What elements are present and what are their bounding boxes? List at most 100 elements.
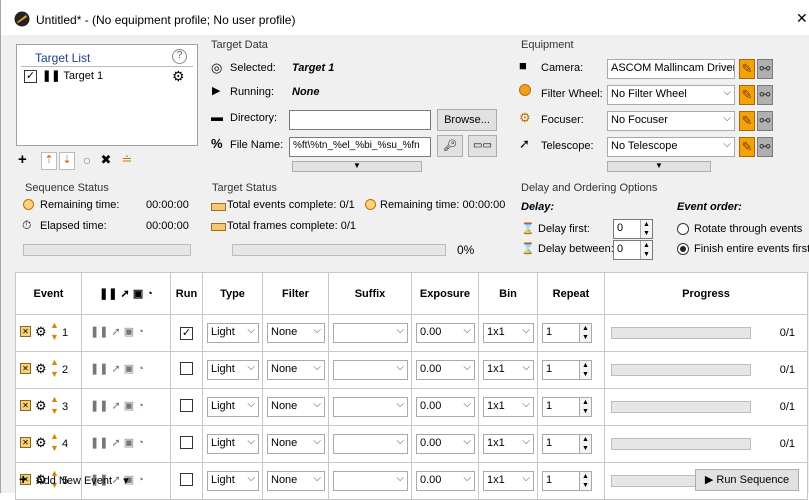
type-cell[interactable]: Light ⌵: [202, 314, 263, 352]
header-repeat[interactable]: Repeat: [537, 272, 605, 315]
type-select[interactable]: Light ⌵: [207, 471, 259, 491]
run-checkbox[interactable]: ✓: [180, 326, 193, 340]
suffix-select[interactable]: ⌵: [333, 434, 408, 454]
add-new-event-button[interactable]: + Add New Event ▾: [19, 471, 129, 487]
header-run[interactable]: Run: [170, 272, 203, 315]
run-checkbox[interactable]: [180, 399, 193, 412]
exposure-cell[interactable]: 0.00 ⌵: [411, 462, 479, 500]
filter-select[interactable]: None ⌵: [267, 434, 325, 454]
move-down-button[interactable]: ⇣: [59, 152, 75, 170]
filter-select[interactable]: None ⌵: [267, 323, 325, 343]
delete-target-button[interactable]: ✖: [99, 152, 113, 168]
run-sequence-button[interactable]: ▶ Run Sequence: [695, 469, 799, 491]
repeat-cell[interactable]: 1 ▲ ▼: [537, 314, 605, 352]
exposure-cell[interactable]: 0.00 ⌵: [411, 351, 479, 389]
edit-target-button[interactable]: ≐: [119, 152, 135, 168]
reorder-arrows-icon[interactable]: ▲ ▼: [50, 430, 59, 454]
run-cell[interactable]: ✓: [170, 314, 203, 352]
type-select[interactable]: Light ⌵: [207, 434, 259, 454]
suffix-select[interactable]: ⌵: [333, 471, 408, 491]
type-cell[interactable]: Light ⌵: [202, 462, 263, 500]
target-checkbox[interactable]: ✓: [24, 69, 37, 83]
gear-icon[interactable]: ⚙: [35, 361, 47, 377]
header-exposure[interactable]: Exposure: [411, 272, 479, 315]
exposure-select[interactable]: 0.00 ⌵: [416, 471, 475, 491]
filter-wheel-select[interactable]: No Filter Wheel ⌵: [607, 85, 735, 105]
table-row[interactable]: ✕ ⚙ ▲ ▼ 1 ❚❚ ➚ ▣ ◔ ✓ Light ⌵ None ⌵ ⌵ 0.00 ⌵ 1x1 ⌵ 1 ▲ ▼ 0/…: [15, 314, 808, 352]
filter-cell[interactable]: None ⌵: [262, 314, 329, 352]
filter-select[interactable]: None ⌵: [267, 397, 325, 417]
table-row[interactable]: ✕ ⚙ ▲ ▼ 2 ❚❚ ➚ ▣ ◔ Light ⌵ None ⌵ ⌵ 0.00 ⌵ 1x1 ⌵ 1 ▲ ▼ 0/1: [15, 351, 808, 389]
table-row[interactable]: ✕ ⚙ ▲ ▼ 3 ❚❚ ➚ ▣ ◔ Light ⌵ None ⌵ ⌵ 0.00 ⌵ 1x1 ⌵ 1 ▲ ▼ 0/1: [15, 388, 808, 426]
focuser-select[interactable]: No Focuser ⌵: [607, 111, 735, 131]
filter-select[interactable]: None ⌵: [267, 471, 325, 491]
suffix-select[interactable]: ⌵: [333, 360, 408, 380]
repeat-spinner[interactable]: 1 ▲ ▼: [542, 323, 592, 343]
reorder-arrows-icon[interactable]: ▲ ▼: [50, 319, 59, 343]
repeat-cell[interactable]: 1 ▲ ▼: [537, 351, 605, 389]
gear-icon[interactable]: ⚙: [172, 68, 185, 85]
repeat-spinner[interactable]: 1 ▲ ▼: [542, 471, 592, 491]
suffix-select[interactable]: ⌵: [333, 323, 408, 343]
run-checkbox[interactable]: [180, 436, 193, 449]
repeat-cell[interactable]: 1 ▲ ▼: [537, 388, 605, 426]
suffix-cell[interactable]: ⌵: [328, 425, 412, 463]
type-select[interactable]: Light ⌵: [207, 397, 259, 417]
suffix-cell[interactable]: ⌵: [328, 314, 412, 352]
filter-cell[interactable]: None ⌵: [262, 462, 329, 500]
repeat-spinner[interactable]: 1 ▲ ▼: [542, 434, 592, 454]
bin-select[interactable]: 1x1 ⌵: [483, 434, 534, 454]
reorder-arrows-icon[interactable]: ▲ ▼: [50, 356, 59, 380]
repeat-cell[interactable]: 1 ▲ ▼: [537, 425, 605, 463]
type-cell[interactable]: Light ⌵: [202, 388, 263, 426]
type-cell[interactable]: Light ⌵: [202, 425, 263, 463]
add-target-button[interactable]: +: [18, 151, 27, 168]
delay-between-spinner[interactable]: ▲ ▼: [640, 241, 652, 259]
focuser-settings-icon[interactable]: ✎: [739, 111, 755, 131]
exposure-select[interactable]: 0.00 ⌵: [416, 434, 475, 454]
gear-icon[interactable]: ⚙: [35, 435, 47, 451]
telescope-select[interactable]: No Telescope ⌵: [607, 137, 735, 157]
bin-cell[interactable]: 1x1 ⌵: [478, 462, 538, 500]
bin-cell[interactable]: 1x1 ⌵: [478, 351, 538, 389]
delay-first-spinner[interactable]: ▲ ▼: [640, 220, 652, 238]
bin-select[interactable]: 1x1 ⌵: [483, 323, 534, 343]
run-cell[interactable]: [170, 388, 203, 426]
run-checkbox[interactable]: [180, 362, 193, 375]
header-filter[interactable]: Filter: [262, 272, 329, 315]
exposure-select[interactable]: 0.00 ⌵: [416, 360, 475, 380]
tokens-icon[interactable]: ▭▭: [468, 135, 497, 157]
gear-icon[interactable]: ⚙: [35, 324, 47, 340]
suffix-cell[interactable]: ⌵: [328, 388, 412, 426]
filter-wheel-settings-icon[interactable]: ✎: [739, 85, 755, 105]
header-progress[interactable]: Progress: [604, 272, 808, 315]
reorder-arrows-icon[interactable]: ▲ ▼: [50, 393, 59, 417]
bin-select[interactable]: 1x1 ⌵: [483, 471, 534, 491]
focuser-connect-icon[interactable]: ⚯: [757, 111, 773, 131]
type-cell[interactable]: Light ⌵: [202, 351, 263, 389]
exposure-cell[interactable]: 0.00 ⌵: [411, 388, 479, 426]
delay-first-input[interactable]: 0 ▲ ▼: [613, 219, 653, 239]
directory-input[interactable]: [289, 110, 431, 130]
type-select[interactable]: Light ⌵: [207, 360, 259, 380]
dropdown-arrow-icon[interactable]: ▾: [123, 475, 129, 487]
suffix-cell[interactable]: ⌵: [328, 462, 412, 500]
gear-icon[interactable]: ⚙: [35, 398, 47, 414]
exposure-select[interactable]: 0.00 ⌵: [416, 323, 475, 343]
circle-button[interactable]: ○: [80, 152, 94, 168]
telescope-connect-icon[interactable]: ⚯: [757, 137, 773, 157]
camera-settings-icon[interactable]: ✎: [739, 59, 755, 79]
bin-select[interactable]: 1x1 ⌵: [483, 360, 534, 380]
exposure-cell[interactable]: 0.00 ⌵: [411, 425, 479, 463]
key-icon[interactable]: 🔑︎: [437, 135, 463, 157]
suffix-select[interactable]: ⌵: [333, 397, 408, 417]
filter-cell[interactable]: None ⌵: [262, 351, 329, 389]
bin-cell[interactable]: 1x1 ⌵: [478, 425, 538, 463]
camera-connect-icon[interactable]: ⚯: [757, 59, 773, 79]
collapse-toggle-icon[interactable]: ▼: [292, 161, 422, 172]
run-cell[interactable]: [170, 425, 203, 463]
run-cell[interactable]: [170, 462, 203, 500]
run-cell[interactable]: [170, 351, 203, 389]
bin-cell[interactable]: 1x1 ⌵: [478, 388, 538, 426]
repeat-spinner[interactable]: 1 ▲ ▼: [542, 360, 592, 380]
